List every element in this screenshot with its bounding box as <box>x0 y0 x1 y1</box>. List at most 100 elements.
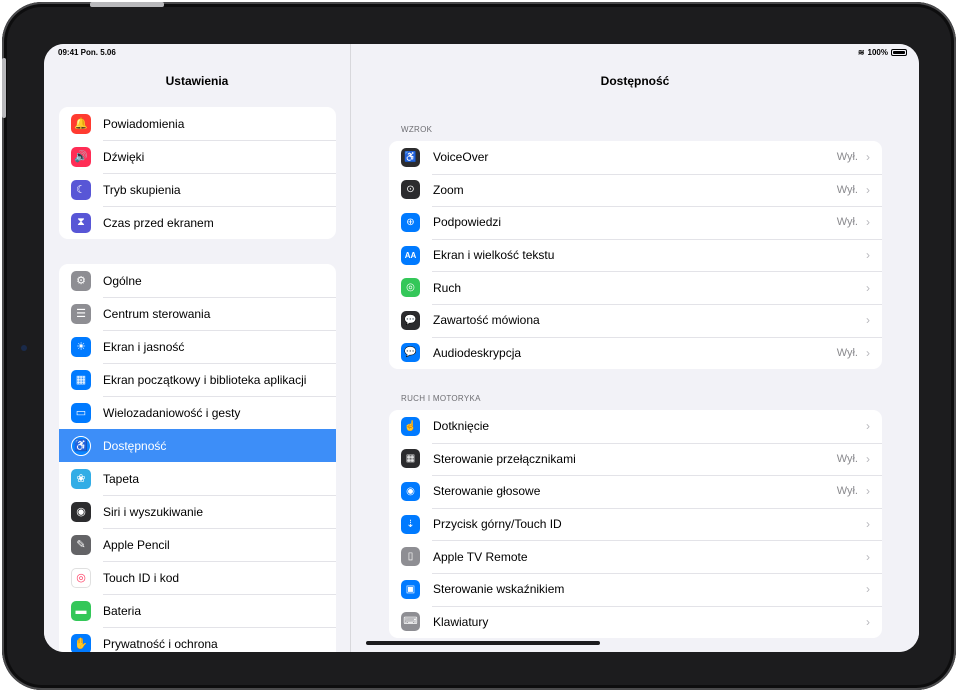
sidebar-item-ekran-poczatkowy-i-biblioteka-aplikacji[interactable]: ▦ Ekran początkowy i biblioteka aplikacji <box>59 363 336 396</box>
hand-icon: ✋ <box>71 633 91 652</box>
sidebar-item-label: Czas przed ekranem <box>103 215 214 230</box>
sun-icon: ☀ <box>71 336 91 357</box>
sidebar-item-label: Ekran i jasność <box>103 339 185 354</box>
sidebar-item-dostepnosc[interactable]: ♿ Dostępność <box>59 429 336 462</box>
chevron-right-icon: › <box>866 614 870 629</box>
setting-row-sterowanie-przelacznikami[interactable]: ▦ Sterowanie przełącznikami Wył. › <box>389 442 882 476</box>
sidebar-item-siri-i-wyszukiwanie[interactable]: ◉ Siri i wyszukiwanie <box>59 495 336 528</box>
setting-value: Wył. <box>836 452 858 465</box>
pencil-icon: ✎ <box>71 534 91 555</box>
setting-value: Wył. <box>836 346 858 359</box>
sidebar-item-tryb-skupienia[interactable]: ☾ Tryb skupienia <box>59 173 336 206</box>
setting-row-ekran-i-wielkosc-tekstu[interactable]: AA Ekran i wielkość tekstu › <box>389 238 882 272</box>
sidebar-item-prywatnosc-i-ochrona[interactable]: ✋ Prywatność i ochrona <box>59 627 336 652</box>
sidebar-item-label: Powiadomienia <box>103 116 185 131</box>
setting-row-przycisk-gorny-touch-id[interactable]: ⇣ Przycisk górny/Touch ID › <box>389 507 882 541</box>
section-physical-motor: ☝ Dotknięcie › ▦ Sterowanie przełącznikami Wy… <box>389 410 882 639</box>
section-header-motor: RUCH I MOTORYKA <box>401 394 481 403</box>
setting-label: Audiodeskrypcja <box>433 345 522 360</box>
bell-icon: 🔔 <box>71 113 91 134</box>
chevron-right-icon: › <box>866 582 870 597</box>
sidebar-item-label: Dostępność <box>103 438 167 453</box>
chevron-right-icon: › <box>866 549 870 564</box>
setting-row-podpowiedzi[interactable]: ⊕ Podpowiedzi Wył. › <box>389 206 882 239</box>
setting-label: Sterowanie głosowe <box>433 484 541 499</box>
ipad-frame: Ustawienia 🔔 Powiadomienia 🔊 Dźwięki ☾ Tryb s… <box>2 2 956 690</box>
accessibility-icon: ♿ <box>71 435 91 456</box>
page-title: Dostępność <box>600 74 670 88</box>
sidebar-item-label: Bateria <box>103 603 142 618</box>
setting-row-dotkniecie[interactable]: ☝ Dotknięcie › <box>389 410 882 443</box>
setting-row-sterowanie-wskaznikiem[interactable]: ▣ Sterowanie wskaźnikiem › <box>389 572 882 606</box>
setting-row-ruch[interactable]: ◎ Ruch › <box>389 271 882 304</box>
sidebar-item-label: Wielozadaniowość i gesty <box>103 405 241 420</box>
battery-icon <box>891 49 907 56</box>
setting-row-zawartosc-mowiona[interactable]: 💬 Zawartość mówiona › <box>389 303 882 337</box>
chevron-right-icon: › <box>866 484 870 499</box>
setting-label: Sterowanie wskaźnikiem <box>433 582 565 597</box>
setting-row-audiodeskrypcja[interactable]: 💬 Audiodeskrypcja Wył. › <box>389 336 882 370</box>
keyboard-icon: ⌨ <box>401 612 420 632</box>
setting-label: Podpowiedzi <box>433 215 502 230</box>
fingerprint-icon: ◎ <box>71 567 91 588</box>
sidebar-item-ekran-i-jasnosc[interactable]: ☀ Ekran i jasność <box>59 330 336 363</box>
setting-label: Zawartość mówiona <box>433 313 540 328</box>
sidebar-item-czas-przed-ekranem[interactable]: ⧗ Czas przed ekranem <box>59 206 336 239</box>
setting-value: Wył. <box>836 485 858 498</box>
setting-value: Wył. <box>836 151 858 164</box>
chevron-right-icon: › <box>866 182 870 197</box>
chevron-right-icon: › <box>866 345 870 360</box>
sidebar-item-label: Tapeta <box>103 471 140 486</box>
setting-label: Klawiatury <box>433 614 489 629</box>
battery-icon: ▬ <box>71 600 91 621</box>
setting-row-apple-tv-remote[interactable]: ▯ Apple TV Remote › <box>389 540 882 573</box>
battery-percent: 100% <box>867 48 888 57</box>
volume-button <box>2 58 6 118</box>
sidebar-item-label: Centrum sterowania <box>103 306 211 321</box>
chevron-right-icon: › <box>866 451 870 466</box>
sidebar-group-notifications: 🔔 Powiadomienia 🔊 Dźwięki ☾ Tryb skupienia ⧗ Cz… <box>59 107 336 239</box>
setting-row-sterowanie-glosowe[interactable]: ◉ Sterowanie głosowe Wył. › <box>389 475 882 508</box>
chevron-right-icon: › <box>866 280 870 295</box>
text-size-icon: AA <box>401 245 420 265</box>
home-indicator[interactable] <box>366 641 600 645</box>
sidebar: Ustawienia 🔔 Powiadomienia 🔊 Dźwięki ☾ Tryb s… <box>44 44 351 652</box>
siri-icon: ◉ <box>71 501 91 522</box>
voice-control-icon: ◉ <box>401 481 420 501</box>
gear-icon: ⚙ <box>71 270 91 291</box>
multitasking-icon: ▭ <box>71 402 91 423</box>
hourglass-icon: ⧗ <box>71 212 91 233</box>
top-button-icon: ⇣ <box>401 514 420 534</box>
setting-value: Wył. <box>836 216 858 229</box>
wifi-icon: ≋ <box>857 48 865 57</box>
setting-row-zoom[interactable]: ⊙ Zoom Wył. › <box>389 173 882 207</box>
sidebar-item-ogolne[interactable]: ⚙ Ogólne <box>59 264 336 297</box>
section-vision: ♿ VoiceOver Wył. › ⊙ Zoom Wył. › ⊕ Podpowiedzi Wył… <box>389 141 882 370</box>
sidebar-item-tapeta[interactable]: ❀ Tapeta <box>59 462 336 495</box>
sidebar-item-label: Dźwięki <box>103 149 145 164</box>
sidebar-item-label: Ekran początkowy i biblioteka aplikacji <box>103 372 307 387</box>
toggles-icon: ☰ <box>71 303 91 324</box>
sidebar-item-touch-id-i-kod[interactable]: ◎ Touch ID i kod <box>59 561 336 594</box>
motion-icon: ◎ <box>401 278 420 298</box>
setting-row-voiceover[interactable]: ♿ VoiceOver Wył. › <box>389 141 882 174</box>
chevron-right-icon: › <box>866 517 870 532</box>
sidebar-item-wielozadaniowosc-i-gesty[interactable]: ▭ Wielozadaniowość i gesty <box>59 396 336 429</box>
sidebar-item-bateria[interactable]: ▬ Bateria <box>59 594 336 627</box>
sidebar-item-centrum-sterowania[interactable]: ☰ Centrum sterowania <box>59 297 336 330</box>
setting-label: VoiceOver <box>433 150 489 165</box>
hover-text-icon: ⊕ <box>401 212 420 232</box>
setting-row-klawiatury[interactable]: ⌨ Klawiatury › <box>389 605 882 639</box>
setting-label: Ekran i wielkość tekstu <box>433 248 555 263</box>
sidebar-item-apple-pencil[interactable]: ✎ Apple Pencil <box>59 528 336 561</box>
spoken-content-icon: 💬 <box>401 310 420 330</box>
sidebar-item-dzwieki[interactable]: 🔊 Dźwięki <box>59 140 336 173</box>
pointer-icon: ▣ <box>401 579 420 599</box>
sidebar-item-label: Siri i wyszukiwanie <box>103 504 204 519</box>
sidebar-item-label: Prywatność i ochrona <box>103 636 218 651</box>
setting-value: Wył. <box>836 183 858 196</box>
sidebar-item-label: Tryb skupienia <box>103 182 181 197</box>
section-header-vision: WZROK <box>401 125 433 134</box>
sidebar-item-powiadomienia[interactable]: 🔔 Powiadomienia <box>59 107 336 140</box>
sidebar-item-label: Apple Pencil <box>103 537 170 552</box>
